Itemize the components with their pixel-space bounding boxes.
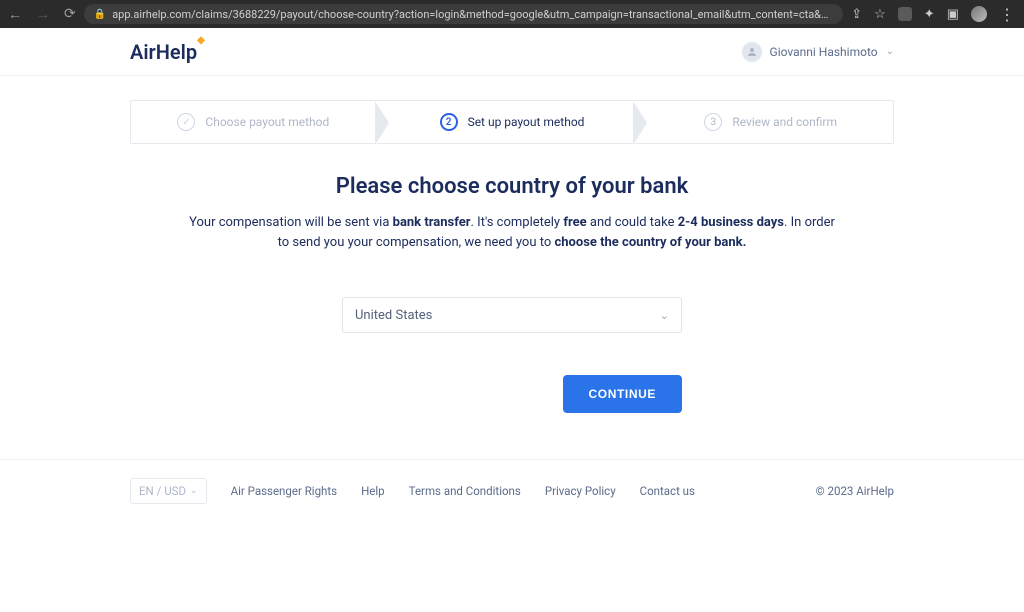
- country-selected-value: United States: [355, 308, 432, 323]
- browser-chrome: ← → ⟳ 🔒 app.airhelp.com/claims/3688229/p…: [0, 0, 1024, 28]
- panel-icon[interactable]: ▣: [947, 7, 959, 22]
- step-setup-payout: 2 Set up payout method: [390, 101, 635, 143]
- content: ✓ Choose payout method 2 Set up payout m…: [0, 100, 1024, 413]
- desc-bold: bank transfer: [393, 215, 471, 230]
- url-text: app.airhelp.com/claims/3688229/payout/ch…: [112, 8, 833, 21]
- chevron-down-icon: ⌄: [886, 46, 894, 57]
- step-number: 3: [704, 113, 722, 131]
- share-icon[interactable]: ⇪: [851, 7, 862, 22]
- logo[interactable]: AirHelp◆: [130, 40, 205, 64]
- continue-button[interactable]: CONTINUE: [563, 375, 682, 413]
- footer: EN / USD ⌄ Air Passenger Rights Help Ter…: [0, 459, 1024, 504]
- page-header: AirHelp◆ Giovanni Hashimoto ⌄: [0, 28, 1024, 76]
- chevron-down-icon: ⌄: [190, 486, 198, 496]
- lock-icon: 🔒: [94, 9, 106, 20]
- extension-icon[interactable]: [898, 7, 912, 21]
- footer-links: Air Passenger Rights Help Terms and Cond…: [231, 484, 695, 498]
- kebab-menu-icon[interactable]: ⋮: [999, 5, 1016, 24]
- desc-bold: choose the country of your bank.: [554, 235, 746, 250]
- footer-link-help[interactable]: Help: [361, 484, 385, 498]
- logo-mark-icon: ◆: [197, 35, 205, 46]
- desc-text: . It's completely: [471, 215, 564, 230]
- step-review-confirm: 3 Review and confirm: [648, 101, 893, 143]
- step-number: 2: [440, 113, 458, 131]
- step-separator: [376, 101, 390, 145]
- step-label: Review and confirm: [732, 115, 837, 129]
- browser-actions: ⇪ ☆ ✦ ▣ ⋮: [851, 5, 1016, 24]
- address-bar[interactable]: 🔒 app.airhelp.com/claims/3688229/payout/…: [84, 4, 844, 24]
- footer-link-rights[interactable]: Air Passenger Rights: [231, 484, 338, 498]
- star-icon[interactable]: ☆: [874, 7, 886, 22]
- back-icon[interactable]: ←: [8, 6, 22, 23]
- profile-avatar-icon[interactable]: [971, 6, 987, 22]
- desc-text: Your compensation will be sent via: [189, 215, 393, 230]
- copyright: © 2023 AirHelp: [816, 484, 894, 498]
- country-select[interactable]: United States ⌄: [342, 297, 682, 333]
- step-choose-payout: ✓ Choose payout method: [131, 101, 376, 143]
- footer-link-contact[interactable]: Contact us: [640, 484, 695, 498]
- language-currency-selector[interactable]: EN / USD ⌄: [130, 478, 207, 504]
- footer-link-privacy[interactable]: Privacy Policy: [545, 484, 616, 498]
- chevron-down-icon: ⌄: [660, 309, 669, 322]
- lang-value: EN / USD: [139, 484, 186, 498]
- stepper: ✓ Choose payout method 2 Set up payout m…: [130, 100, 894, 144]
- step-label: Choose payout method: [205, 115, 329, 129]
- puzzle-icon[interactable]: ✦: [924, 7, 935, 22]
- desc-bold: 2-4 business days: [678, 215, 784, 230]
- desc-bold: free: [563, 215, 586, 230]
- browser-nav: ← → ⟳: [8, 6, 76, 23]
- country-select-wrap: United States ⌄: [342, 297, 682, 333]
- page-title: Please choose country of your bank: [130, 174, 894, 199]
- user-name: Giovanni Hashimoto: [770, 45, 878, 59]
- reload-icon[interactable]: ⟳: [64, 6, 76, 22]
- footer-link-terms[interactable]: Terms and Conditions: [409, 484, 521, 498]
- button-row: CONTINUE: [342, 375, 682, 413]
- forward-icon[interactable]: →: [36, 6, 50, 23]
- page-description: Your compensation will be sent via bank …: [182, 213, 842, 253]
- user-avatar-icon: [742, 42, 762, 62]
- desc-text: and could take: [587, 215, 678, 230]
- step-label: Set up payout method: [468, 115, 585, 129]
- checkmark-icon: ✓: [177, 113, 195, 131]
- logo-text: AirHelp: [130, 40, 197, 64]
- step-separator: [634, 101, 648, 145]
- user-menu[interactable]: Giovanni Hashimoto ⌄: [742, 42, 894, 62]
